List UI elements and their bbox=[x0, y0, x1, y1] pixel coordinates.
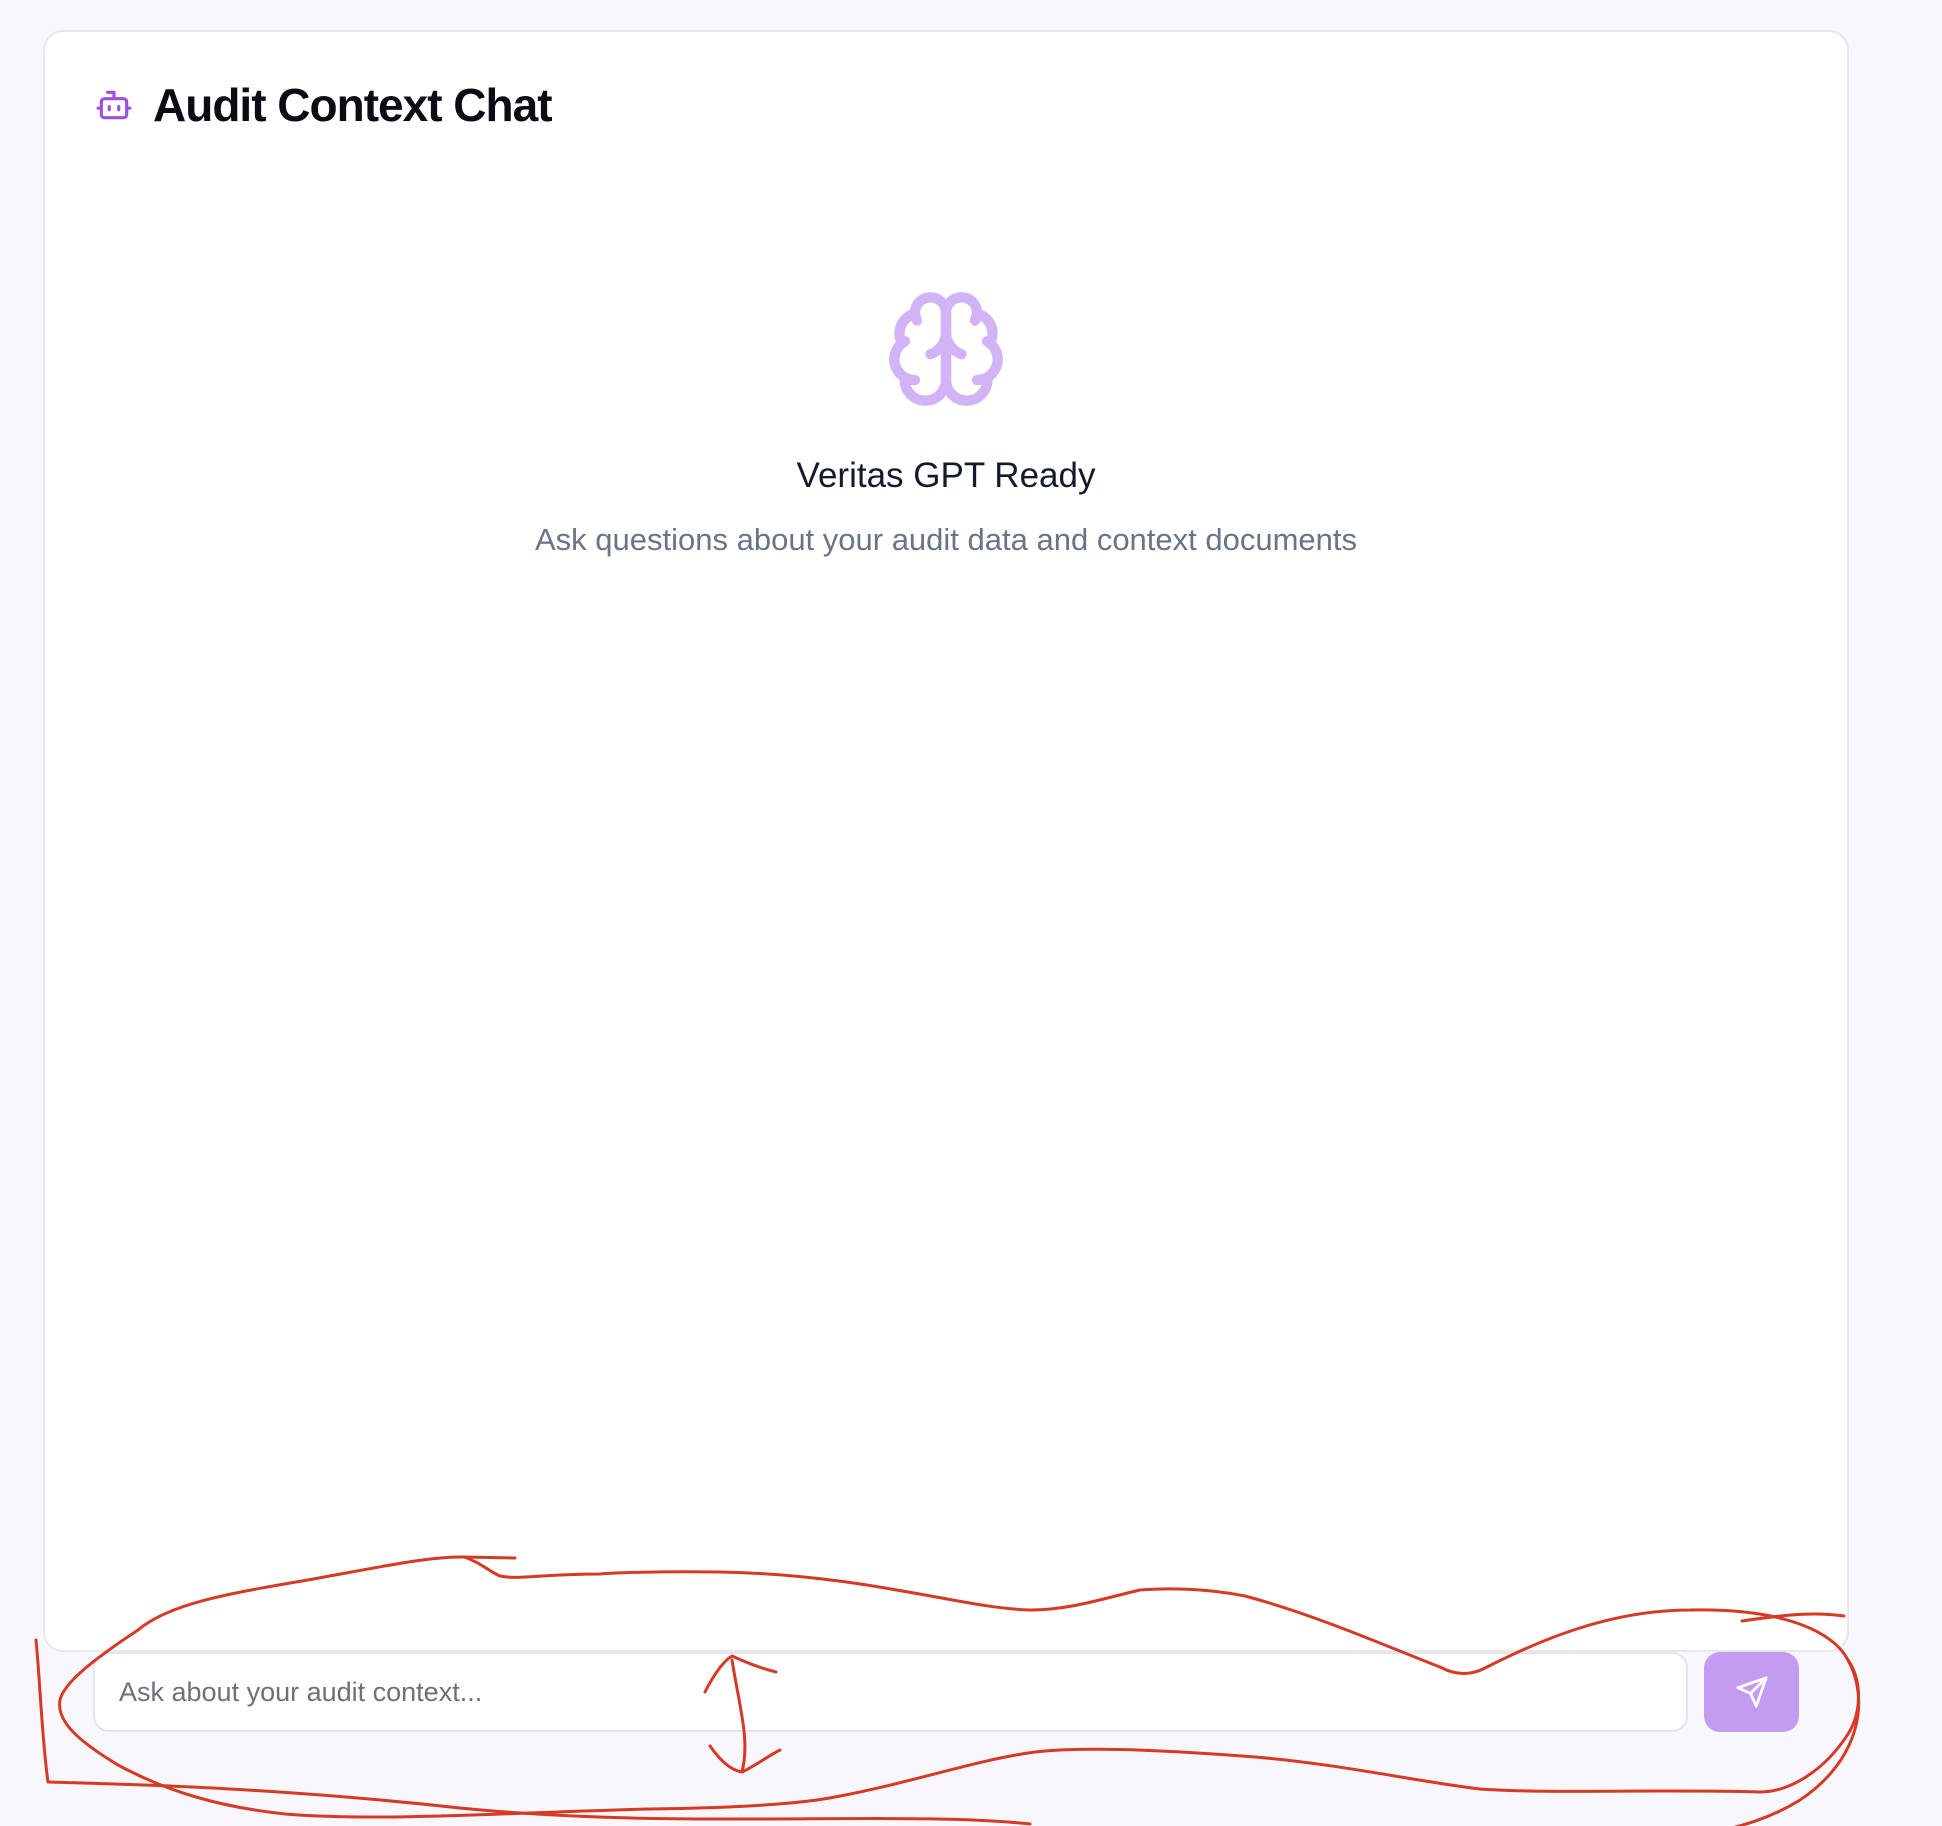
empty-state-title: Veritas GPT Ready bbox=[796, 456, 1096, 495]
send-icon bbox=[1735, 1676, 1768, 1708]
chat-panel: Audit Context Chat Veritas GPT Ready Ask… bbox=[43, 30, 1849, 1652]
chat-composer bbox=[93, 1652, 1799, 1732]
bot-icon bbox=[96, 90, 132, 120]
page-title: Audit Context Chat bbox=[153, 79, 553, 131]
annotation-arrow-head-bottom bbox=[708, 1744, 782, 1774]
chat-input[interactable] bbox=[93, 1652, 1688, 1732]
brain-icon bbox=[889, 292, 1003, 406]
send-button[interactable] bbox=[1704, 1652, 1799, 1732]
empty-state-subtitle: Ask questions about your audit data and … bbox=[534, 522, 1358, 557]
empty-state: Veritas GPT Ready Ask questions about yo… bbox=[45, 287, 1847, 558]
chat-header: Audit Context Chat bbox=[95, 79, 553, 131]
